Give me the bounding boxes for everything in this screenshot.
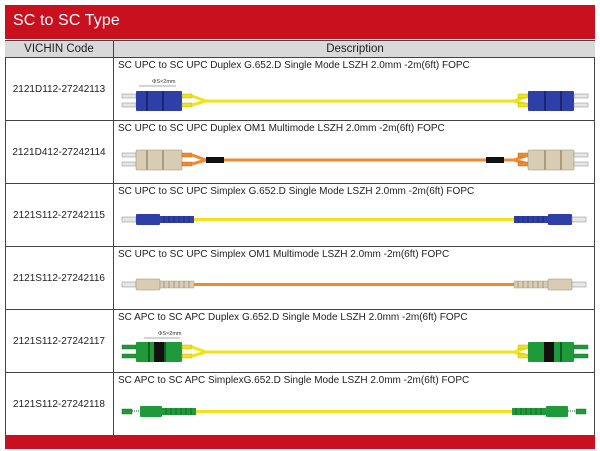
table-row: 2121S112-27242116 SC UPC to SC UPC Simpl…: [5, 247, 595, 310]
dimension-label: ΦS×2mm: [158, 331, 182, 337]
dimension-label: ΦS×2mm: [152, 79, 176, 85]
simplex-sm-upc-cable-image: [121, 214, 587, 225]
description-cell: SC APC to SC APC SimplexG.652.D Single M…: [113, 373, 595, 435]
description-cell: SC UPC to SC UPC Simplex G.652.D Single …: [113, 184, 595, 246]
product-description: SC APC to SC APC SimplexG.652.D Single M…: [118, 375, 470, 386]
product-code: 2121D112-27242113: [12, 83, 106, 95]
table-row: 2121D112-27242113 SC UPC to SC UPC Duple…: [5, 58, 595, 121]
product-code: 2121S112-27242115: [13, 209, 105, 221]
product-code: 2121D412-27242114: [12, 146, 106, 158]
duplex-sm-upc-cable-image: ΦS×2mm: [121, 79, 589, 111]
table-row: 2121S112-27242117 SC APC to SC APC Duple…: [5, 310, 595, 373]
product-code: 2121S112-27242117: [13, 335, 105, 347]
table-header: VICHIN Code Description: [5, 40, 595, 58]
footer-bar: [5, 435, 595, 449]
product-description: SC UPC to SC UPC Duplex G.652.D Single M…: [118, 60, 470, 71]
product-description: SC APC to SC APC Duplex G.652.D Single M…: [118, 312, 468, 323]
product-description: SC UPC to SC UPC Simplex OM1 Multimode L…: [118, 249, 450, 260]
product-code: 2121S112-27242118: [13, 398, 105, 410]
description-cell: SC UPC to SC UPC Simplex OM1 Multimode L…: [113, 247, 595, 309]
column-header-description: Description: [113, 41, 596, 57]
product-code: 2121S112-27242116: [13, 272, 105, 284]
description-cell: SC UPC to SC UPC Duplex OM1 Multimode LS…: [113, 121, 595, 183]
column-header-code: VICHIN Code: [24, 43, 94, 55]
title-bar: SC to SC Type: [5, 5, 595, 39]
description-cell: SC UPC to SC UPC Duplex G.652.D Single M…: [113, 58, 595, 120]
product-description: SC UPC to SC UPC Simplex G.652.D Single …: [118, 186, 475, 197]
simplex-om1-upc-cable-image: [121, 278, 587, 291]
duplex-om1-upc-cable-image: [121, 149, 589, 171]
table-row: 2121S112-27242118 SC APC to SC APC Simpl…: [5, 373, 595, 436]
table-row: 2121S112-27242115 SC UPC to SC UPC Simpl…: [5, 184, 595, 247]
duplex-sm-apc-cable-image: ΦS×2mm: [121, 331, 589, 362]
table-row: 2121D412-27242114 SC UPC to SC UPC Duple…: [5, 121, 595, 184]
simplex-sm-apc-cable-image: [121, 406, 587, 417]
description-cell: SC APC to SC APC Duplex G.652.D Single M…: [113, 310, 595, 372]
spec-table: SC to SC Type VICHIN Code Description 21…: [5, 5, 595, 449]
product-description: SC UPC to SC UPC Duplex OM1 Multimode LS…: [118, 123, 445, 134]
page-title: SC to SC Type: [13, 12, 120, 29]
